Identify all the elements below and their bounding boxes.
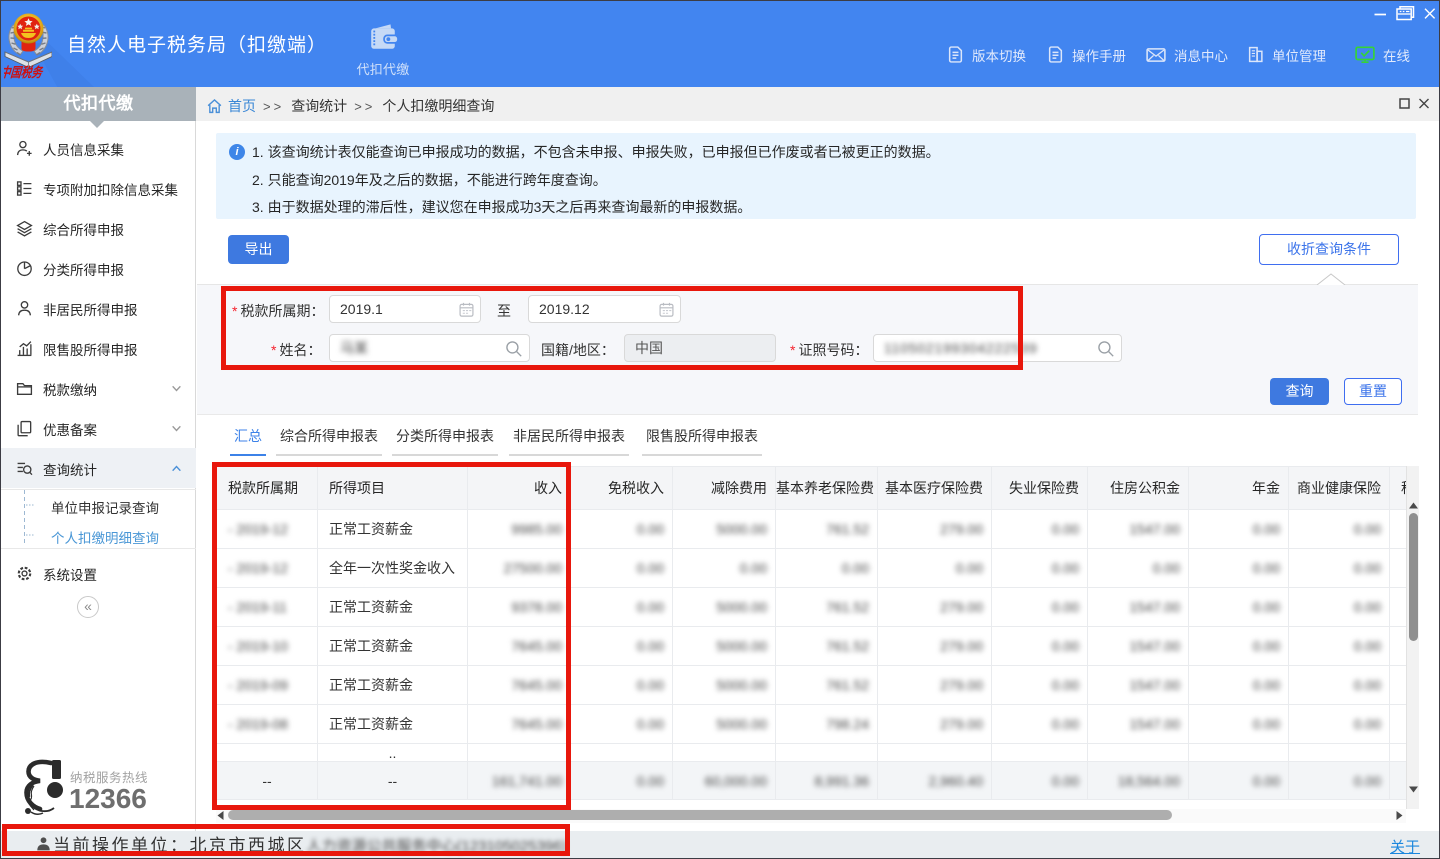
- svg-text:中国税务: 中国税务: [4, 65, 45, 80]
